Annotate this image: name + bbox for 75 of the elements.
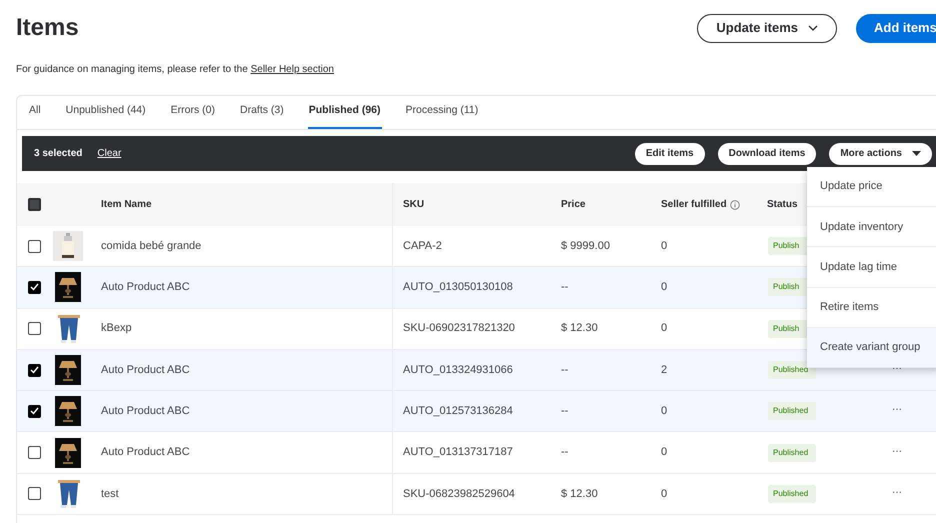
more-options-button[interactable]: ··· [892, 488, 902, 504]
table-cell: $ 9999.00 [561, 240, 610, 252]
caret-down-icon [912, 151, 921, 156]
table-cell: -- [561, 364, 568, 376]
page-title: Items [16, 13, 79, 43]
add-button[interactable]: Add items [856, 14, 936, 42]
table-cell: Auto Product ABC [101, 364, 190, 376]
menu-item[interactable]: Retire items [807, 288, 936, 328]
checkbox[interactable] [28, 364, 41, 377]
table-cell: 0 [661, 281, 668, 294]
checkbox[interactable] [28, 487, 41, 500]
table-cell: 0 [661, 488, 668, 500]
table-cell: Auto Product ABC [101, 446, 190, 458]
more-options-button[interactable]: ··· [892, 405, 902, 422]
column-header: SKU [403, 198, 424, 212]
status-badge: Published [768, 484, 816, 503]
chevron-down-icon [808, 25, 818, 31]
checkbox[interactable] [28, 240, 41, 253]
table-cell-text: SKU-06902317821320 [403, 321, 515, 336]
table-cell-text: AUTO_013324931066 [403, 362, 513, 378]
more-actions-button[interactable]: More actions [829, 142, 932, 164]
guidance-text: For guidance on managing items, please refer to the Seller Help section [15, 63, 335, 77]
tab[interactable]: Processing (11) [404, 95, 480, 129]
checkbox[interactable] [28, 280, 41, 294]
tab[interactable]: Errors (0) [170, 95, 216, 129]
status-badge: Published [768, 402, 816, 420]
tab[interactable]: Drafts (3) [238, 95, 285, 129]
info-icon [730, 200, 740, 210]
table-cell: test [101, 488, 119, 500]
tab[interactable]: Unpublished (44) [64, 95, 147, 129]
menu-item[interactable]: Update inventory [807, 207, 936, 248]
table-cell: -- [561, 405, 568, 418]
checkbox[interactable] [28, 404, 41, 418]
help-link[interactable]: Seller Help section [250, 64, 334, 75]
table-cell: 0 [661, 405, 668, 418]
table-cell: comida bebé grande [101, 240, 202, 252]
status-badge: Published [768, 361, 816, 380]
table-cell: -- [561, 281, 568, 294]
column-header: Price [561, 198, 586, 212]
table-cell-text: AUTO_013137317187 [403, 445, 513, 460]
menu-item[interactable]: Update price [807, 167, 936, 208]
menu-item[interactable]: Update lag time [807, 247, 936, 288]
clear-link[interactable]: Clear [97, 146, 122, 161]
update-button[interactable]: Update items [697, 14, 837, 42]
checkbox[interactable] [28, 198, 41, 211]
table-cell-text: SKU-06823982529604 [403, 486, 515, 502]
table-cell-text: AUTO_013050130108 [403, 280, 513, 296]
tab[interactable]: Published (96) [308, 95, 382, 129]
table-row[interactable]: Auto Product ABC AUTO_013137317187 -- 0 Published ··· [17, 432, 936, 474]
column-header: Item Name [101, 198, 152, 212]
table-cell: Auto Product ABC [101, 281, 190, 294]
table-cell: $ 12.30 [561, 322, 598, 334]
table-cell-text: AUTO_012573136284 [403, 404, 513, 420]
status-badge: Published [768, 444, 816, 462]
checkbox[interactable] [28, 446, 41, 460]
table-cell-text: CAPA-2 [403, 238, 442, 254]
table-cell: 2 [661, 364, 668, 376]
column-header: Seller fulfilled [661, 198, 727, 212]
tab[interactable]: All [28, 95, 42, 129]
table-row[interactable]: test SKU-06823982529604 $ 12.30 0 Published ··· [17, 474, 936, 516]
toolbar-button[interactable]: Download items [718, 142, 816, 164]
more-options-button[interactable]: ··· [892, 446, 902, 463]
checkbox[interactable] [28, 322, 41, 336]
table-cell: kBexp [101, 322, 132, 334]
menu-item[interactable]: Create variant group [807, 328, 936, 368]
column-header: Status [767, 198, 798, 212]
table-cell: $ 12.30 [561, 488, 598, 500]
table-row[interactable]: Auto Product ABC AUTO_012573136284 -- 0 Published ··· [17, 391, 936, 432]
table-cell: 0 [661, 322, 668, 334]
toolbar-button[interactable]: Edit items [634, 142, 705, 164]
table-cell: 0 [661, 446, 668, 458]
table-cell: Auto Product ABC [101, 405, 190, 418]
table-cell: 0 [661, 240, 668, 252]
selected-count: 3 selected [34, 147, 82, 161]
table-cell: -- [561, 446, 568, 458]
